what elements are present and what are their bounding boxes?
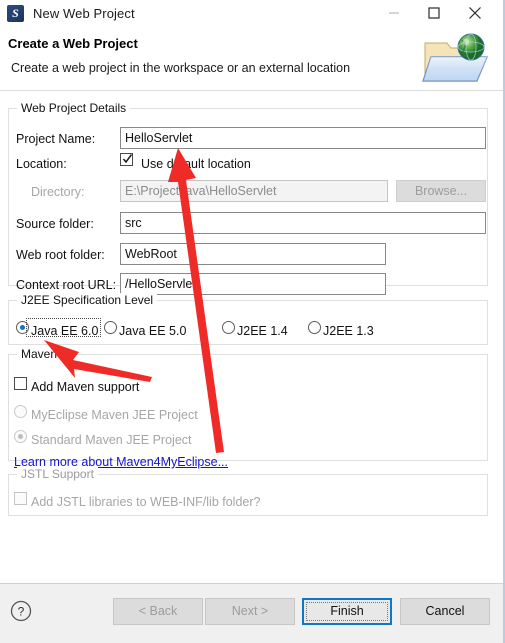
help-icon[interactable]: ? — [10, 600, 32, 622]
web-project-details-label: Web Project Details — [17, 101, 131, 115]
add-jstl-libraries-checkbox — [14, 492, 27, 505]
location-label: Location: — [16, 157, 67, 171]
maven-group-label: Maven — [17, 347, 62, 361]
maximize-icon — [428, 7, 440, 19]
minimize-button[interactable] — [374, 0, 414, 26]
back-button: < Back — [113, 598, 203, 625]
context-root-url-input[interactable]: /HelloServlet — [120, 273, 386, 295]
web-root-folder-input[interactable]: WebRoot — [120, 243, 386, 265]
app-icon-glyph: S — [12, 6, 19, 20]
jstl-support-label: JSTL Support — [17, 467, 98, 481]
finish-button[interactable]: Finish — [302, 598, 392, 625]
radio-j2ee-14[interactable] — [222, 321, 235, 334]
close-button[interactable] — [455, 0, 495, 26]
folder-globe-icon — [422, 33, 488, 82]
radio-java-ee-50[interactable] — [104, 321, 117, 334]
dialog-footer: ? < Back Next > Finish Cancel — [0, 583, 503, 643]
use-default-location-checkbox[interactable] — [120, 153, 133, 166]
myeclipse-app-icon: S — [7, 5, 24, 22]
source-folder-input[interactable]: src — [120, 212, 486, 234]
radio-j2ee-14-label: J2EE 1.4 — [237, 324, 288, 338]
context-root-url-label: Context root URL: — [16, 278, 117, 292]
radio-j2ee-13-label: J2EE 1.3 — [323, 324, 374, 338]
directory-input: E:\Project\java\HelloServlet — [120, 180, 388, 202]
next-button-label: Next > — [231, 604, 269, 618]
page-description: Create a web project in the workspace or… — [11, 61, 351, 75]
new-web-project-dialog: S New Web Project Create a Web Project C… — [0, 0, 505, 643]
add-maven-support-label: Add Maven support — [31, 380, 140, 394]
page-title: Create a Web Project — [8, 36, 138, 51]
project-name-label: Project Name: — [16, 132, 96, 146]
minimize-icon — [389, 12, 399, 14]
directory-label: Directory: — [31, 185, 85, 199]
cancel-button[interactable]: Cancel — [400, 598, 490, 625]
add-maven-support-checkbox[interactable] — [14, 377, 27, 390]
project-name-input[interactable]: HelloServlet — [120, 127, 486, 149]
close-icon — [469, 7, 481, 19]
browse-button-label: Browse... — [414, 184, 468, 198]
cancel-button-label: Cancel — [425, 604, 465, 618]
finish-focus-ring — [306, 602, 388, 621]
next-button: Next > — [205, 598, 295, 625]
radio-j2ee-13[interactable] — [308, 321, 321, 334]
window-title: New Web Project — [33, 6, 135, 21]
add-jstl-libraries-label: Add JSTL libraries to WEB-INF/lib folder… — [31, 495, 261, 509]
radio-java-ee-50-label: Java EE 5.0 — [119, 324, 187, 338]
radio-myeclipse-maven-jee-project — [14, 405, 27, 418]
radio-myeclipse-maven-jee-project-label: MyEclipse Maven JEE Project — [31, 408, 198, 422]
svg-text:?: ? — [18, 605, 25, 619]
dialog-header: Create a Web Project Create a web projec… — [0, 27, 503, 91]
j2ee-specification-level-label: J2EE Specification Level — [17, 293, 158, 307]
dialog-body: Web Project Details Project Name: HelloS… — [0, 92, 503, 582]
radio-standard-maven-jee-project-label: Standard Maven JEE Project — [31, 433, 192, 447]
back-button-label: < Back — [138, 604, 178, 618]
title-bar: S New Web Project — [0, 0, 503, 27]
browse-button: Browse... — [396, 180, 486, 202]
web-root-folder-label: Web root folder: — [16, 248, 105, 262]
radio-java-ee-60-label: Java EE 6.0 — [31, 324, 99, 338]
use-default-location-label: Use default location — [141, 157, 251, 171]
checkmark-icon — [122, 154, 133, 164]
source-folder-label: Source folder: — [16, 217, 94, 231]
maximize-button[interactable] — [414, 0, 454, 26]
radio-standard-maven-jee-project — [14, 430, 27, 443]
